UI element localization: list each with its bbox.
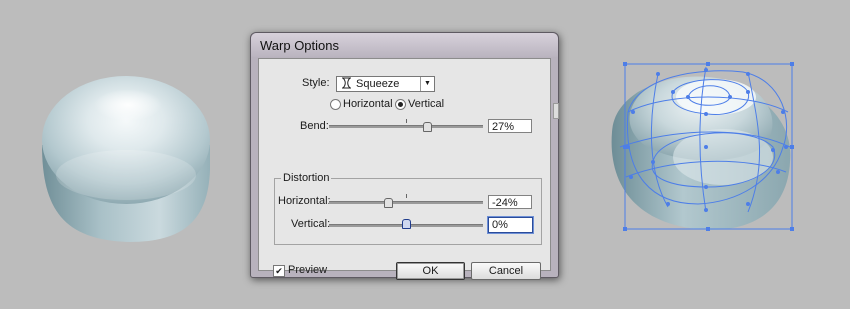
preview-checkbox[interactable]: ✔ [273,265,285,277]
vertical-distortion-label: Vertical: [291,218,331,230]
style-value: Squeeze [356,78,400,90]
distortion-group [274,178,542,245]
horizontal-radio[interactable] [330,99,341,110]
bend-input[interactable]: 27% [488,119,532,133]
chevron-down-icon[interactable]: ▼ [420,77,434,91]
warped-glass-drop-preview[interactable] [598,52,808,242]
squeeze-warp-icon [341,77,352,92]
horizontal-distortion-input[interactable]: -24% [488,195,532,209]
horizontal-distortion-center-tick [406,194,407,198]
horizontal-radio-label[interactable]: Horizontal [343,98,393,110]
resize-grip[interactable] [553,103,559,119]
glass-drop-original [34,60,216,250]
cancel-button[interactable]: Cancel [471,262,541,280]
checkmark-icon: ✔ [275,266,283,276]
dialog-body: Style: Squeeze ▼ Horizontal Vertical Ben… [258,58,551,280]
warp-options-dialog: Warp Options Style: Squeeze ▼ Horizontal… [250,32,559,280]
ok-button[interactable]: OK [396,262,465,280]
style-dropdown[interactable]: Squeeze ▼ [336,76,435,92]
vertical-distortion-input[interactable]: 0% [488,217,533,233]
dialog-titlebar[interactable]: Warp Options [251,33,558,57]
horizontal-distortion-slider-thumb[interactable] [384,198,393,208]
vertical-radio-label[interactable]: Vertical [408,98,444,110]
distortion-group-label: Distortion [281,172,332,184]
bend-label: Bend: [300,120,329,132]
vertical-distortion-slider-thumb[interactable] [402,219,411,229]
style-label: Style: [302,77,330,89]
bend-center-tick [406,119,407,123]
bend-slider-track[interactable] [329,125,483,128]
horizontal-distortion-label: Horizontal: [278,195,331,207]
preview-label[interactable]: Preview [288,264,327,276]
vertical-radio[interactable] [395,99,406,110]
bend-slider-thumb[interactable] [423,122,432,132]
radio-selected-dot [398,102,403,107]
horizontal-distortion-slider-track[interactable] [329,201,483,204]
dialog-title: Warp Options [260,38,339,53]
